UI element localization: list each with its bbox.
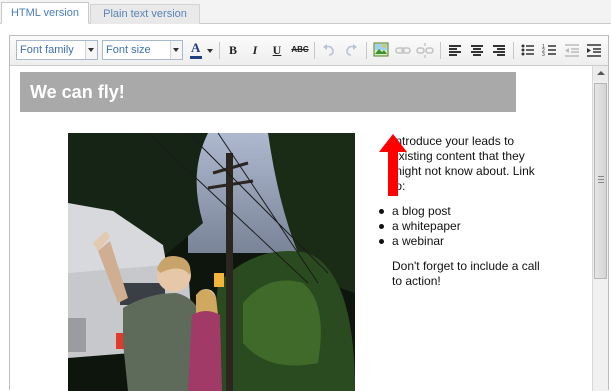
font-size-select[interactable]: Font size — [102, 40, 183, 60]
align-center-button[interactable] — [468, 41, 486, 59]
closing-paragraph: Don't forget to include a call to action… — [392, 259, 540, 288]
link-icon — [395, 47, 411, 54]
remove-link-button[interactable] — [416, 41, 434, 59]
numbered-list-icon: 123 — [542, 44, 556, 58]
chevron-down-icon — [207, 49, 213, 53]
bullet-icon — [379, 209, 384, 214]
unlink-icon — [416, 43, 434, 58]
content-heading: We can fly! — [20, 72, 516, 112]
content-text-block: Introduce your leads to existing content… — [379, 134, 542, 289]
outdent-button[interactable] — [563, 41, 581, 59]
content-photo[interactable] — [68, 133, 355, 391]
toolbar-separator — [314, 42, 315, 59]
scrollbar-thumb[interactable] — [594, 83, 607, 279]
vertical-scrollbar[interactable] — [592, 66, 608, 391]
align-left-button[interactable] — [446, 41, 464, 59]
grip-line — [598, 182, 604, 183]
redo-button[interactable] — [342, 41, 360, 59]
toolbar-separator — [366, 42, 367, 59]
align-right-button[interactable] — [490, 41, 508, 59]
editor-content-area[interactable]: We can fly! Introduce your leads to exis… — [10, 66, 592, 391]
toolbar-separator — [513, 42, 514, 59]
insert-link-button[interactable] — [394, 41, 412, 59]
image-icon — [373, 42, 389, 57]
toolbar-separator — [440, 42, 441, 59]
bullet-icon — [379, 224, 384, 229]
tab-plain-text-version[interactable]: Plain text version — [90, 4, 200, 24]
intro-paragraph: Introduce your leads to existing content… — [392, 134, 535, 193]
font-size-label: Font size — [106, 44, 151, 56]
font-color-label: A — [191, 40, 201, 55]
tab-html-version[interactable]: HTML version — [1, 2, 89, 24]
undo-icon — [323, 44, 334, 56]
chevron-down-icon — [170, 41, 182, 59]
font-family-select[interactable]: Font family — [16, 40, 98, 60]
scroll-up-arrow-icon[interactable] — [593, 66, 608, 81]
annotation-up-arrow-icon — [379, 134, 407, 196]
italic-button[interactable]: I — [246, 41, 264, 59]
strikethrough-button[interactable]: ABC — [290, 41, 310, 59]
bullet-list-button[interactable] — [519, 41, 537, 59]
bullet-icon — [379, 239, 384, 244]
grip-line — [598, 176, 604, 177]
numbered-list-button[interactable]: 123 — [541, 41, 559, 59]
font-family-label: Font family — [20, 44, 74, 56]
undo-button[interactable] — [320, 41, 338, 59]
rich-text-editor: Font family Font size A B I U ABC 1 2 3 … — [9, 35, 609, 391]
chevron-down-icon — [85, 41, 97, 59]
font-color-button[interactable]: A — [187, 40, 215, 59]
insert-image-button[interactable] — [372, 41, 390, 59]
editor-tab-bar: HTML version Plain text version — [0, 0, 611, 24]
editor-toolbar: Font family Font size A B I U ABC 1 2 3 — [10, 36, 608, 66]
outdent-icon — [565, 44, 579, 57]
photo-image — [68, 133, 355, 391]
svg-text:3: 3 — [542, 52, 545, 58]
indent-icon — [587, 44, 601, 57]
redo-icon — [346, 44, 357, 56]
indent-button[interactable] — [585, 41, 603, 59]
underline-button[interactable]: U — [268, 41, 286, 59]
list-item: a webinar — [379, 234, 542, 249]
toolbar-separator — [219, 42, 220, 59]
link-list: a blog post a whitepaper a webinar — [379, 204, 542, 249]
list-item: a blog post — [379, 204, 542, 219]
list-item: a whitepaper — [379, 219, 542, 234]
color-swatch-icon — [190, 56, 202, 59]
bold-button[interactable]: B — [224, 41, 242, 59]
grip-line — [598, 179, 604, 180]
bullet-list-icon — [521, 44, 534, 56]
